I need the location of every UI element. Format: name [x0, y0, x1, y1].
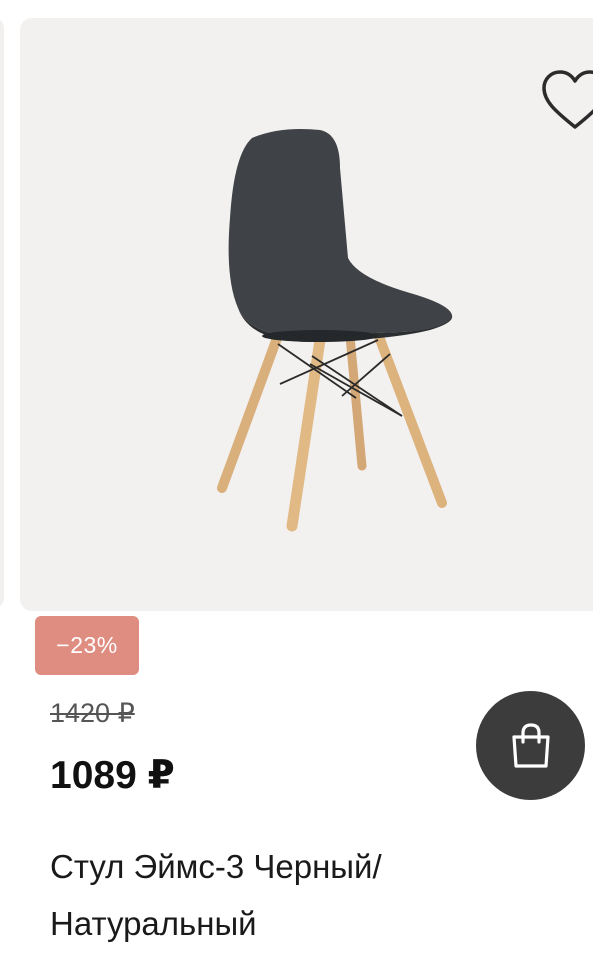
- previous-card-edge[interactable]: [0, 18, 4, 608]
- favorite-button[interactable]: [536, 64, 593, 136]
- add-to-cart-button[interactable]: [476, 691, 585, 800]
- product-title[interactable]: Стул Эймс-3 Черный/ Натуральный: [50, 838, 570, 952]
- heart-icon: [542, 70, 593, 129]
- discount-badge: −23%: [35, 616, 139, 675]
- product-image: [217, 129, 453, 532]
- product-image-card[interactable]: [20, 18, 593, 611]
- old-price: 1420 ₽: [50, 698, 135, 728]
- shopping-bag-icon: [511, 722, 550, 768]
- current-price: 1089 ₽: [50, 754, 175, 797]
